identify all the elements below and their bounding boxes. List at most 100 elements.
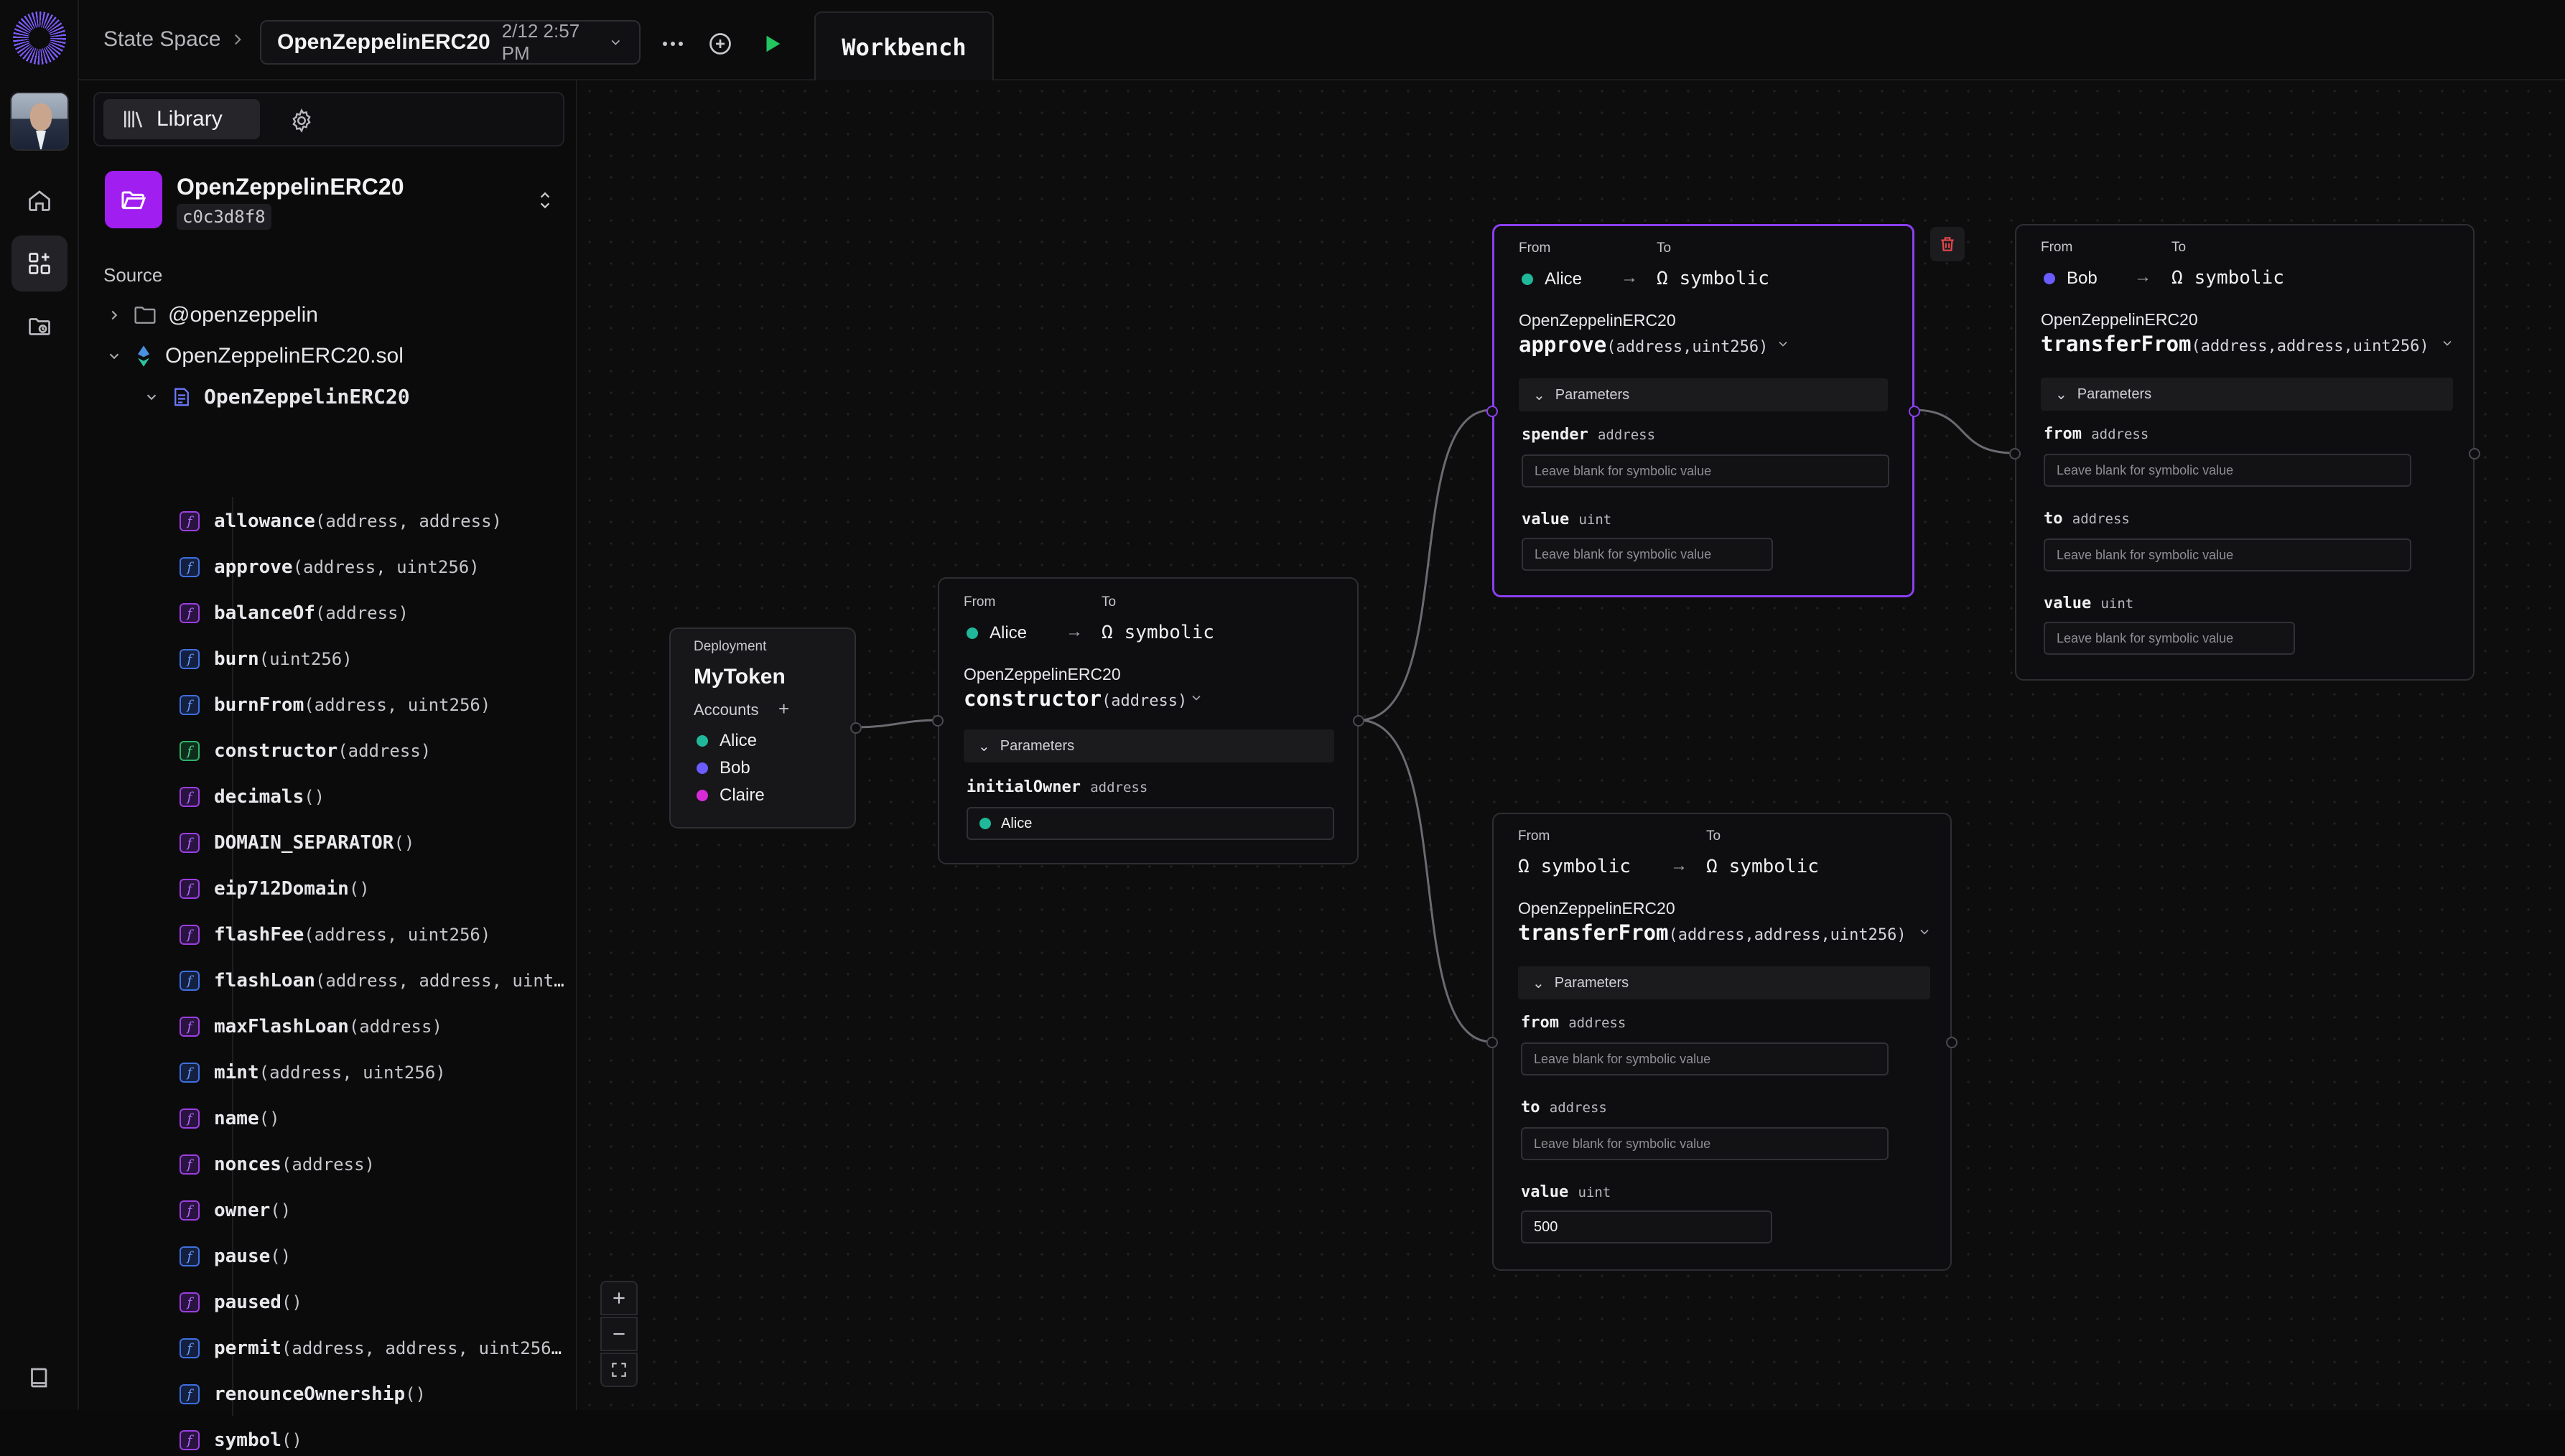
play-run-icon[interactable] — [753, 24, 791, 63]
output-handle[interactable] — [2469, 448, 2480, 459]
icon-rail — [0, 0, 79, 1410]
function-signature[interactable]: transferFrom(address,address,uint256) — [2041, 332, 2429, 356]
project-selector[interactable]: OpenZeppelinERC20 2/12 2:57 PM — [260, 20, 641, 65]
function-item[interactable]: f allowance(address, address) — [180, 505, 567, 537]
breadcrumb-root[interactable]: State Space — [103, 27, 220, 52]
output-handle[interactable] — [1353, 715, 1364, 727]
function-item[interactable]: f maxFlashLoan(address) — [180, 1011, 567, 1042]
param-spender-input[interactable]: Leave blank for symbolic value — [1522, 454, 1889, 487]
function-item-label: renounceOwnership() — [214, 1383, 426, 1405]
arrow-right-icon: → — [1670, 856, 1688, 875]
docs-book-icon[interactable] — [11, 1350, 68, 1406]
zoom-in-button[interactable] — [600, 1281, 638, 1315]
from-account[interactable]: Bob — [2044, 269, 2098, 289]
app-logo-icon[interactable] — [13, 11, 66, 65]
folder-clock-icon[interactable] — [11, 299, 68, 355]
constructor-node[interactable]: From To Alice → Ωsymbolic OpenZeppelinER… — [932, 577, 1364, 864]
param-value-input[interactable]: 500 — [1521, 1210, 1772, 1243]
approve-node[interactable]: From To Alice → Ωsymbolic OpenZeppelinER… — [1486, 224, 1920, 597]
to-account[interactable]: Ωsymbolic — [1102, 622, 1214, 643]
input-handle[interactable] — [932, 715, 944, 727]
function-item[interactable]: f burn(uint256) — [180, 643, 567, 675]
output-handle[interactable] — [1909, 406, 1920, 417]
fit-view-button[interactable] — [600, 1353, 638, 1387]
account-claire[interactable]: Claire — [697, 785, 765, 806]
tree-folder-openzeppelin[interactable]: @openzeppelin — [106, 303, 318, 327]
from-account[interactable]: Alice — [967, 623, 1027, 643]
to-account[interactable]: Ωsymbolic — [2171, 267, 2284, 289]
function-item-name: eip712Domain — [214, 878, 349, 900]
function-signature[interactable]: constructor(address) — [964, 686, 1187, 711]
account-alice[interactable]: Alice — [697, 731, 757, 751]
function-item[interactable]: f approve(address, uint256) — [180, 551, 567, 583]
function-item[interactable]: f owner() — [180, 1195, 567, 1226]
chevron-up-down-icon[interactable] — [536, 188, 554, 216]
function-item[interactable]: f balanceOf(address) — [180, 597, 567, 629]
tab-workbench[interactable]: Workbench — [814, 11, 994, 82]
function-item[interactable]: f paused() — [180, 1287, 567, 1318]
param-value-input[interactable]: Leave blank for symbolic value — [1522, 538, 1773, 571]
function-item[interactable]: f mint(address, uint256) — [180, 1057, 567, 1088]
function-item[interactable]: f constructor(address) — [180, 735, 567, 767]
param-from-input[interactable]: Leave blank for symbolic value — [1521, 1042, 1889, 1075]
to-account[interactable]: Ωsymbolic — [1706, 856, 1819, 877]
parameters-toggle[interactable]: ⌄ Parameters — [1519, 378, 1888, 411]
to-account[interactable]: Ωsymbolic — [1657, 268, 1769, 289]
function-signature[interactable]: transferFrom(address,address,uint256) — [1518, 920, 1907, 945]
add-circle-icon[interactable] — [701, 24, 740, 63]
function-item-args: (address) — [348, 1017, 442, 1037]
project-card[interactable]: OpenZeppelinERC20 c0c3d8f8 — [105, 169, 564, 231]
parameters-toggle[interactable]: ⌄ Parameters — [2041, 378, 2453, 411]
function-item[interactable]: f nonces(address) — [180, 1149, 567, 1180]
transferfrom-symbolic-node[interactable]: From To Ωsymbolic → Ωsymbolic OpenZeppel… — [1486, 813, 1958, 1271]
add-account-icon[interactable]: + — [778, 698, 789, 720]
deployment-node[interactable]: Deployment MyToken Accounts + Alice Bob … — [669, 627, 862, 829]
param-to-input[interactable]: Leave blank for symbolic value — [1521, 1127, 1889, 1160]
param-value-input[interactable]: Leave blank for symbolic value — [2044, 622, 2295, 655]
function-item[interactable]: f name() — [180, 1103, 567, 1134]
chevron-down-icon[interactable] — [1917, 925, 1932, 939]
accounts-label: Accounts — [694, 701, 759, 719]
tree-contract[interactable]: OpenZeppelinERC20 — [144, 385, 410, 409]
function-item[interactable]: f DOMAIN_SEPARATOR() — [180, 827, 567, 859]
chevron-down-icon[interactable] — [1776, 337, 1790, 351]
output-handle[interactable] — [1946, 1037, 1958, 1048]
param-from-input[interactable]: Leave blank for symbolic value — [2044, 454, 2411, 487]
tree-file-sol[interactable]: OpenZeppelinERC20.sol — [106, 344, 404, 368]
function-item[interactable]: f burnFrom(address, uint256) — [180, 689, 567, 721]
input-handle[interactable] — [1486, 406, 1498, 417]
function-item[interactable]: f renounceOwnership() — [180, 1378, 567, 1410]
parameters-toggle[interactable]: ⌄ Parameters — [1518, 966, 1930, 999]
workspace-icon[interactable] — [11, 235, 68, 291]
function-signature[interactable]: approve(address,uint256) — [1519, 332, 1768, 357]
home-icon[interactable] — [11, 172, 68, 228]
account-bob[interactable]: Bob — [697, 758, 750, 778]
param-initialowner-input[interactable]: Alice — [967, 807, 1334, 840]
input-handle[interactable] — [1486, 1037, 1498, 1048]
param-to-input[interactable]: Leave blank for symbolic value — [2044, 538, 2411, 571]
delete-node-trash-icon[interactable] — [1930, 227, 1965, 261]
param-type: address — [2091, 426, 2149, 442]
function-item[interactable]: f decimals() — [180, 781, 567, 813]
function-item[interactable]: f symbol() — [180, 1424, 567, 1456]
function-item[interactable]: f permit(address, address, uint256, … — [180, 1333, 567, 1364]
chevron-down-icon[interactable] — [1189, 691, 1204, 705]
function-icon: f — [180, 1154, 200, 1175]
user-avatar[interactable] — [10, 92, 69, 151]
input-handle[interactable] — [2009, 448, 2021, 459]
function-item[interactable]: f flashLoan(address, address, uint25… — [180, 965, 567, 997]
more-options-icon[interactable] — [653, 24, 692, 63]
zoom-out-button[interactable] — [600, 1317, 638, 1351]
from-account[interactable]: Alice — [1522, 269, 1582, 289]
function-item[interactable]: f eip712Domain() — [180, 873, 567, 905]
tab-library[interactable]: Library — [103, 99, 260, 139]
function-item[interactable]: f pause() — [180, 1241, 567, 1272]
chevron-down-icon[interactable] — [2440, 336, 2454, 350]
arrow-right-icon: → — [1621, 268, 1638, 287]
function-item[interactable]: f flashFee(address, uint256) — [180, 919, 567, 951]
from-account[interactable]: Ωsymbolic — [1518, 856, 1631, 877]
settings-gear-icon[interactable] — [283, 102, 320, 139]
parameters-toggle[interactable]: ⌄ Parameters — [964, 729, 1334, 762]
transferfrom-bob-node[interactable]: From To Bob → Ωsymbolic OpenZeppelinERC2… — [2009, 224, 2480, 681]
output-handle[interactable] — [850, 722, 862, 734]
